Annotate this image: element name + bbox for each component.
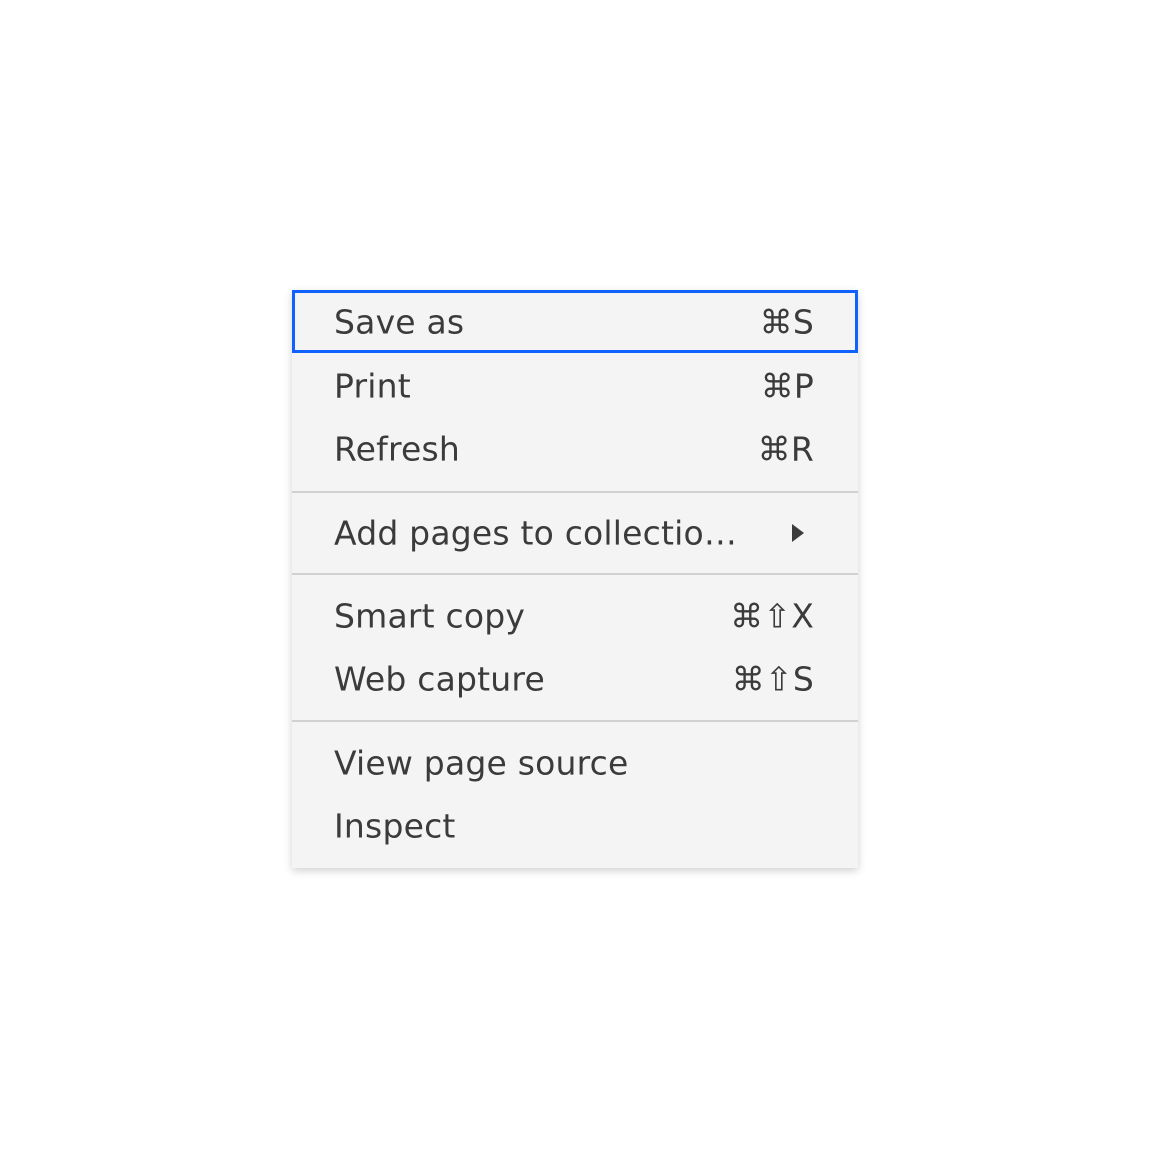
- menu-item-view-page-source[interactable]: View page source: [292, 731, 858, 794]
- menu-item-inspect[interactable]: Inspect: [292, 794, 858, 857]
- menu-item-refresh[interactable]: Refresh ⌘R: [292, 417, 858, 480]
- menu-divider: [292, 491, 858, 493]
- menu-divider: [292, 573, 858, 575]
- keyboard-shortcut: ⌘⇧S: [731, 659, 814, 698]
- menu-item-label: View page source: [334, 743, 629, 782]
- menu-item-label: Print: [334, 366, 411, 405]
- context-menu: Save as ⌘S Print ⌘P Refresh ⌘R Add pages…: [292, 290, 858, 868]
- menu-item-label: Inspect: [334, 806, 456, 845]
- menu-item-label: Save as: [334, 302, 465, 341]
- keyboard-shortcut: ⌘⇧X: [730, 596, 814, 635]
- menu-divider: [292, 720, 858, 722]
- keyboard-shortcut: ⌘P: [760, 366, 814, 405]
- menu-item-save-as[interactable]: Save as ⌘S: [292, 290, 858, 353]
- menu-item-smart-copy[interactable]: Smart copy ⌘⇧X: [292, 584, 858, 647]
- menu-item-label: Web capture: [334, 659, 545, 698]
- menu-item-web-capture[interactable]: Web capture ⌘⇧S: [292, 647, 858, 710]
- menu-item-add-pages-to-collection[interactable]: Add pages to collectio…: [292, 501, 858, 564]
- menu-item-label: Refresh: [334, 429, 461, 468]
- keyboard-shortcut: ⌘R: [757, 429, 814, 468]
- menu-item-label: Add pages to collectio…: [334, 513, 738, 552]
- menu-item-label: Smart copy: [334, 596, 526, 635]
- keyboard-shortcut: ⌘S: [759, 302, 814, 341]
- menu-item-print[interactable]: Print ⌘P: [292, 354, 858, 417]
- submenu-arrow-icon: [792, 523, 804, 542]
